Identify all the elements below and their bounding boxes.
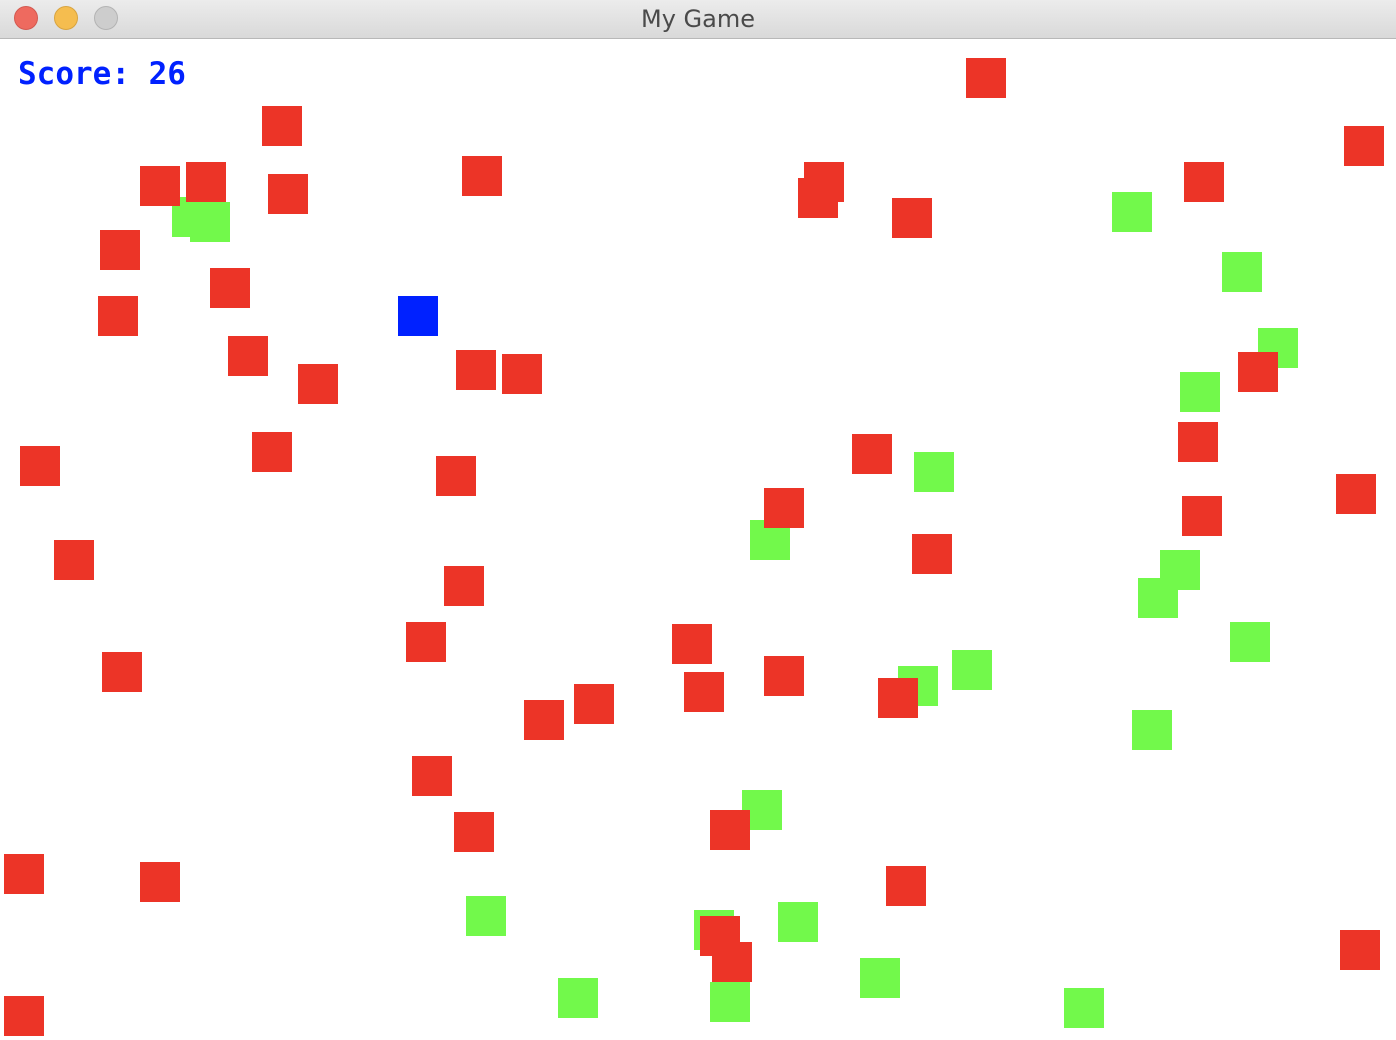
game-canvas[interactable]: Score: 26: [0, 40, 1396, 1040]
enemy-square: [852, 434, 892, 474]
food-square: [1222, 252, 1262, 292]
enemy-square: [1182, 496, 1222, 536]
enemy-square: [268, 174, 308, 214]
food-square: [914, 452, 954, 492]
enemy-square: [966, 58, 1006, 98]
enemy-square: [912, 534, 952, 574]
food-square: [1064, 988, 1104, 1028]
window-title: My Game: [641, 5, 755, 33]
enemy-square: [764, 656, 804, 696]
food-square: [190, 202, 230, 242]
enemy-square: [892, 198, 932, 238]
enemy-square: [710, 810, 750, 850]
game-window: My Game Score: 26: [0, 0, 1396, 1040]
enemy-square: [712, 942, 752, 982]
enemy-square: [672, 624, 712, 664]
enemy-square: [186, 162, 226, 202]
food-square: [558, 978, 598, 1018]
enemy-square: [1184, 162, 1224, 202]
enemy-square: [4, 996, 44, 1036]
enemy-square: [444, 566, 484, 606]
enemy-square: [228, 336, 268, 376]
enemy-square: [102, 652, 142, 692]
enemy-square: [1336, 474, 1376, 514]
food-square: [778, 902, 818, 942]
food-square: [710, 982, 750, 1022]
enemy-square: [886, 866, 926, 906]
player-square: [398, 296, 438, 336]
enemy-square: [140, 862, 180, 902]
enemy-square: [54, 540, 94, 580]
enemy-square: [98, 296, 138, 336]
food-square: [1138, 578, 1178, 618]
enemy-square: [684, 672, 724, 712]
enemy-square: [764, 488, 804, 528]
food-square: [860, 958, 900, 998]
enemy-square: [878, 678, 918, 718]
enemy-square: [412, 756, 452, 796]
enemy-square: [574, 684, 614, 724]
enemy-square: [210, 268, 250, 308]
enemy-square: [1340, 930, 1380, 970]
enemy-square: [4, 854, 44, 894]
enemy-square: [298, 364, 338, 404]
enemy-square: [1238, 352, 1278, 392]
enemy-square: [20, 446, 60, 486]
enemy-square: [406, 622, 446, 662]
score-label: Score: 26: [18, 56, 186, 92]
enemy-square: [262, 106, 302, 146]
enemy-square: [436, 456, 476, 496]
enemy-square: [252, 432, 292, 472]
enemy-square: [462, 156, 502, 196]
enemy-square: [140, 166, 180, 206]
enemy-square: [100, 230, 140, 270]
enemy-square: [502, 354, 542, 394]
food-square: [1132, 710, 1172, 750]
enemy-square: [456, 350, 496, 390]
food-square: [1230, 622, 1270, 662]
title-bar: My Game: [0, 0, 1396, 39]
enemy-square: [798, 178, 838, 218]
food-square: [952, 650, 992, 690]
enemy-square: [524, 700, 564, 740]
food-square: [1180, 372, 1220, 412]
enemy-square: [1178, 422, 1218, 462]
food-square: [1112, 192, 1152, 232]
enemy-square: [1344, 126, 1384, 166]
enemy-square: [454, 812, 494, 852]
food-square: [466, 896, 506, 936]
